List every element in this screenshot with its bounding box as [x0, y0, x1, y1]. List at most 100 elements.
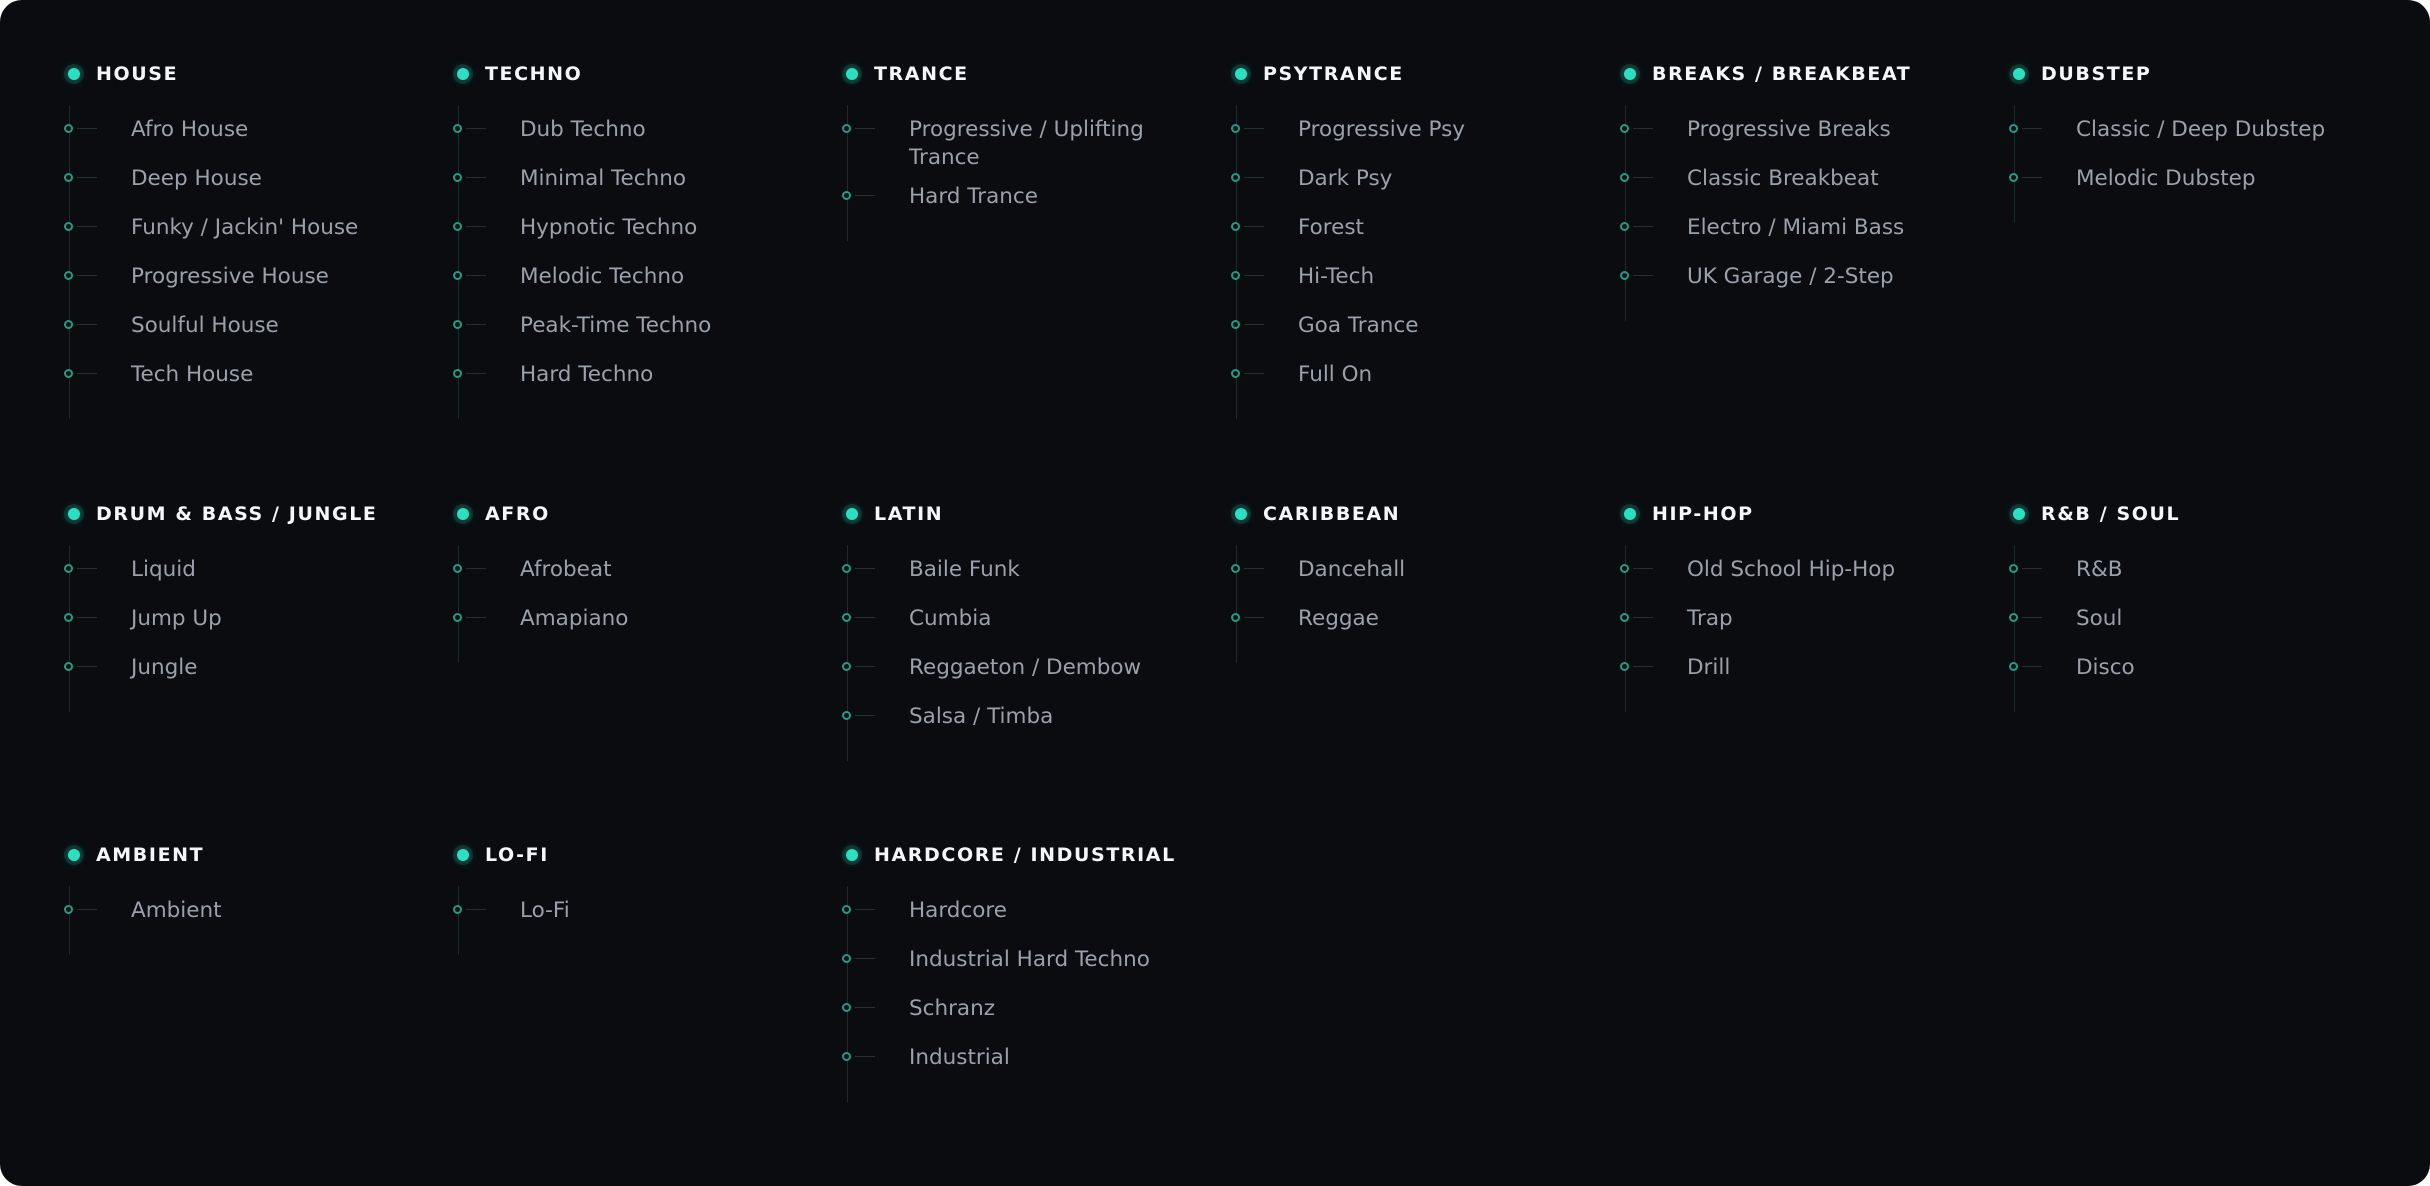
genre-group-header[interactable]: BREAKS / BREAKBEAT — [1619, 54, 2008, 94]
subgenre-item[interactable]: Ambient — [63, 886, 452, 935]
subgenre-item[interactable]: Melodic Techno — [452, 252, 841, 301]
subgenre-item[interactable]: Drill — [1619, 643, 2008, 692]
subgenre-item[interactable]: Soulful House — [63, 301, 452, 350]
subgenre-label: Industrial Hard Techno — [909, 947, 1150, 972]
filled-dot-icon — [457, 849, 469, 861]
genre-group-header[interactable]: DUBSTEP — [2008, 54, 2397, 94]
subgenre-item[interactable]: Progressive / Uplifting Trance — [841, 105, 1230, 172]
filled-dot-icon — [68, 68, 80, 80]
genre-group-10: HIP-HOP Old School Hip-Hop Trap Drill — [1619, 494, 2008, 835]
subgenre-item[interactable]: Deep House — [63, 154, 452, 203]
subgenre-item[interactable]: Hard Trance — [841, 172, 1230, 221]
connector-line — [1244, 128, 1264, 129]
genre-group-title: BREAKS / BREAKBEAT — [1652, 63, 1912, 85]
genre-group-title: DUBSTEP — [2041, 63, 2152, 85]
subgenre-item[interactable]: Lo-Fi — [452, 886, 841, 935]
subgenre-item[interactable]: Afro House — [63, 105, 452, 154]
subgenre-item[interactable]: Melodic Dubstep — [2008, 154, 2397, 203]
subgenre-label: Schranz — [909, 996, 996, 1021]
genre-group-title: LATIN — [874, 503, 944, 525]
genre-group-header[interactable]: R&B / SOUL — [2008, 494, 2397, 534]
subgenre-item[interactable]: Classic / Deep Dubstep — [2008, 105, 2397, 154]
ring-icon — [842, 613, 851, 622]
filled-dot-icon — [68, 508, 80, 520]
subgenre-item[interactable]: Jungle — [63, 643, 452, 692]
genre-group-header[interactable]: TRANCE — [841, 54, 1230, 94]
subgenre-item[interactable]: Progressive House — [63, 252, 452, 301]
subgenre-item[interactable]: Old School Hip-Hop — [1619, 545, 2008, 594]
subgenre-item[interactable]: Classic Breakbeat — [1619, 154, 2008, 203]
subgenre-item[interactable]: Peak-Time Techno — [452, 301, 841, 350]
subgenre-item[interactable]: Goa Trance — [1230, 301, 1619, 350]
connector-line — [1633, 128, 1653, 129]
subgenre-item[interactable]: Funky / Jackin' House — [63, 203, 452, 252]
subgenre-item[interactable]: Afrobeat — [452, 545, 841, 594]
subgenre-item[interactable]: Reggae — [1230, 594, 1619, 643]
genre-group-header[interactable]: TECHNO — [452, 54, 841, 94]
subgenre-item[interactable]: Minimal Techno — [452, 154, 841, 203]
genre-group-header[interactable]: LO-FI — [452, 835, 841, 875]
subgenre-item[interactable]: Soul — [2008, 594, 2397, 643]
subgenre-item[interactable]: R&B — [2008, 545, 2397, 594]
subgenre-item[interactable]: Jump Up — [63, 594, 452, 643]
subgenre-item[interactable]: Industrial Hard Techno — [841, 935, 1230, 984]
ring-icon — [842, 564, 851, 573]
subgenre-item[interactable]: Industrial — [841, 1033, 1230, 1082]
ring-icon — [1231, 613, 1240, 622]
subgenre-item[interactable]: Dancehall — [1230, 545, 1619, 594]
connector-line — [2022, 617, 2042, 618]
genre-group-header[interactable]: HIP-HOP — [1619, 494, 2008, 534]
subgenre-item[interactable]: Full On — [1230, 350, 1619, 399]
subgenre-item[interactable]: Schranz — [841, 984, 1230, 1033]
subgenre-item[interactable]: Hard Techno — [452, 350, 841, 399]
genre-group-14: HARDCORE / INDUSTRIAL Hardcore Industria… — [841, 835, 1230, 1135]
subgenre-item[interactable]: Tech House — [63, 350, 452, 399]
subgenre-item[interactable]: Liquid — [63, 545, 452, 594]
subgenre-list: Afrobeat Amapiano — [452, 545, 841, 663]
ring-icon — [64, 662, 73, 671]
subgenre-item[interactable]: Electro / Miami Bass — [1619, 203, 2008, 252]
ring-icon — [453, 905, 462, 914]
subgenre-item[interactable]: Salsa / Timba — [841, 692, 1230, 741]
genre-group-header[interactable]: HARDCORE / INDUSTRIAL — [841, 835, 1230, 875]
subgenre-item[interactable]: Hi-Tech — [1230, 252, 1619, 301]
ring-icon — [842, 1003, 851, 1012]
filled-dot-icon — [457, 508, 469, 520]
subgenre-item[interactable]: Disco — [2008, 643, 2397, 692]
subgenre-item[interactable]: Trap — [1619, 594, 2008, 643]
genre-panel: HOUSE Afro House Deep House Funky / Jack… — [0, 0, 2430, 1186]
ring-icon — [64, 320, 73, 329]
subgenre-list: Liquid Jump Up Jungle — [63, 545, 452, 712]
subgenre-item[interactable]: Reggaeton / Dembow — [841, 643, 1230, 692]
genre-group-header[interactable]: DRUM & BASS / JUNGLE — [63, 494, 452, 534]
subgenre-label: Melodic Techno — [520, 264, 685, 289]
genre-group-header[interactable]: AFRO — [452, 494, 841, 534]
subgenre-label: Progressive Psy — [1298, 117, 1466, 142]
subgenre-item[interactable]: Cumbia — [841, 594, 1230, 643]
connector-line — [855, 666, 875, 667]
subgenre-item[interactable]: Forest — [1230, 203, 1619, 252]
subgenre-label: Progressive / Uplifting Trance — [909, 117, 1144, 170]
subgenre-item[interactable]: Amapiano — [452, 594, 841, 643]
genre-group-header[interactable]: HOUSE — [63, 54, 452, 94]
subgenre-item[interactable]: Progressive Psy — [1230, 105, 1619, 154]
subgenre-item[interactable]: UK Garage / 2-Step — [1619, 252, 2008, 301]
connector-line — [1633, 617, 1653, 618]
genre-group-header[interactable]: LATIN — [841, 494, 1230, 534]
genre-group-7: AFRO Afrobeat Amapiano — [452, 494, 841, 835]
ring-icon — [453, 173, 462, 182]
subgenre-item[interactable]: Dub Techno — [452, 105, 841, 154]
subgenre-item[interactable]: Hardcore — [841, 886, 1230, 935]
subgenre-item[interactable]: Baile Funk — [841, 545, 1230, 594]
genre-group-header[interactable]: PSYTRANCE — [1230, 54, 1619, 94]
ring-icon — [1620, 662, 1629, 671]
subgenre-item[interactable]: Progressive Breaks — [1619, 105, 2008, 154]
genre-group-title: DRUM & BASS / JUNGLE — [96, 503, 378, 525]
connector-line — [466, 226, 486, 227]
filled-dot-icon — [1235, 68, 1247, 80]
subgenre-item[interactable]: Dark Psy — [1230, 154, 1619, 203]
subgenre-item[interactable]: Hypnotic Techno — [452, 203, 841, 252]
genre-group-header[interactable]: AMBIENT — [63, 835, 452, 875]
connector-line — [466, 324, 486, 325]
genre-group-header[interactable]: CARIBBEAN — [1230, 494, 1619, 534]
